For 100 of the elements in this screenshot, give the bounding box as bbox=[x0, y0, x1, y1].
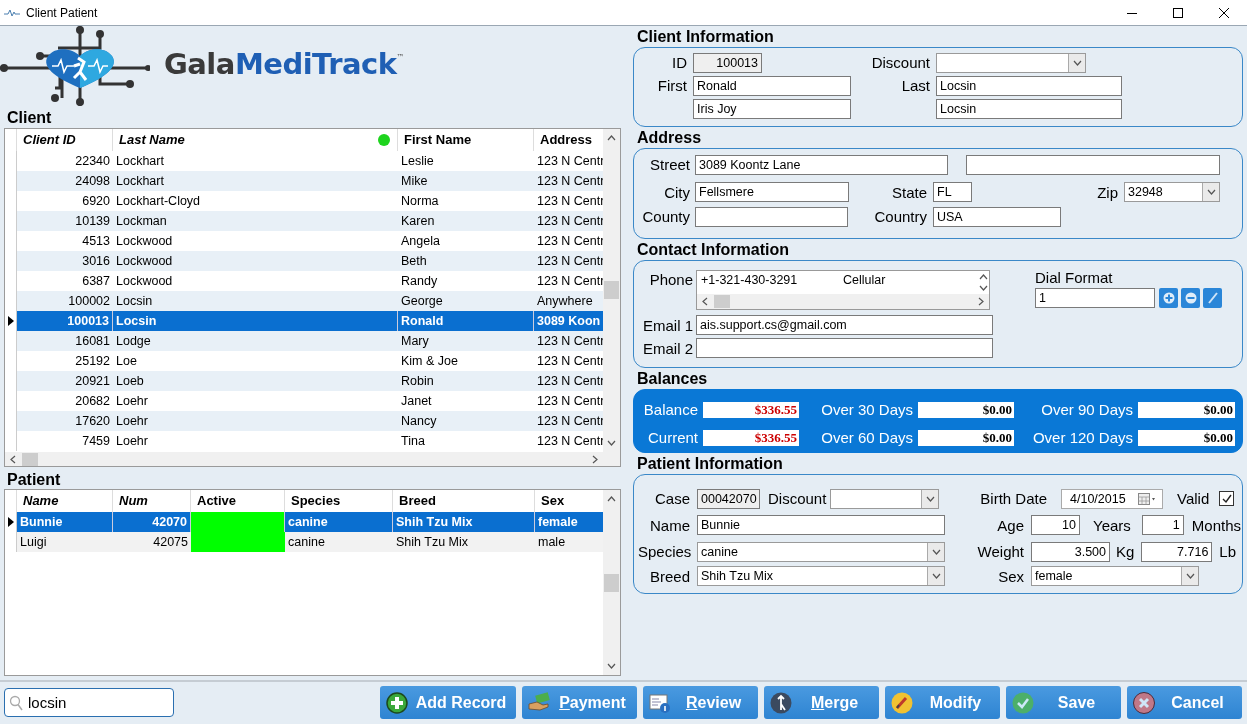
scroll-thumb[interactable] bbox=[22, 453, 38, 466]
table-cell-text: Janet bbox=[400, 393, 433, 410]
plus-icon bbox=[386, 691, 408, 714]
edit-button[interactable] bbox=[1203, 288, 1222, 308]
balance-value: $0.00 bbox=[918, 429, 1014, 446]
email-field[interactable]: ais.support.cs@gmail.com bbox=[696, 315, 993, 335]
table-cell: Shih Tzu Mix bbox=[393, 532, 535, 552]
checkmark-icon bbox=[1221, 493, 1232, 504]
field-label: Zip bbox=[1096, 183, 1118, 201]
scrollbar[interactable] bbox=[603, 129, 620, 452]
table-row[interactable]: Luigi 42075 canine Shih Tzu Mix male bbox=[5, 532, 603, 552]
country-field[interactable]: USA bbox=[933, 206, 1061, 227]
first-name-field[interactable]: Ronald bbox=[693, 75, 851, 96]
field-label: Over 30 Days bbox=[820, 401, 913, 418]
table-cell: 100002 bbox=[17, 291, 113, 311]
logo-wordmark: GalaMediTrack$^{™}$ bbox=[164, 47, 405, 81]
table-cell: 24098 bbox=[17, 171, 113, 191]
table-row[interactable]: 100002 Locsin George Anywhere bbox=[5, 291, 603, 311]
scrollbar[interactable] bbox=[5, 452, 603, 466]
scroll-up-icon bbox=[978, 273, 988, 280]
column-header[interactable]: First Name bbox=[398, 129, 534, 151]
table-cell: Karen bbox=[398, 211, 534, 231]
field-label: Birth Date bbox=[979, 490, 1047, 507]
street-field[interactable]: 3089 Koontz Lane bbox=[695, 154, 948, 175]
street-line-2-field[interactable] bbox=[966, 154, 1220, 175]
scroll-thumb[interactable] bbox=[604, 281, 619, 299]
balance-value: $0.00 bbox=[1138, 429, 1235, 446]
state-field[interactable]: FL bbox=[933, 182, 972, 202]
minus-icon bbox=[1184, 292, 1197, 304]
table-cell-text: Tina bbox=[400, 433, 426, 450]
county-field[interactable] bbox=[695, 206, 848, 227]
scroll-left-icon bbox=[10, 455, 16, 464]
scrollbar[interactable] bbox=[697, 294, 989, 309]
search-field[interactable]: locsin bbox=[4, 688, 174, 717]
field-label: Case bbox=[653, 490, 690, 507]
scrollbar[interactable] bbox=[603, 490, 620, 675]
discount-dropdown[interactable] bbox=[830, 488, 940, 509]
field-label: State bbox=[890, 183, 927, 201]
table-cell: Loeb bbox=[113, 371, 398, 391]
patient-name-field[interactable]: Bunnie bbox=[697, 515, 945, 535]
last-name-field[interactable]: Locsin bbox=[936, 75, 1122, 96]
weight-kg-field[interactable]: 3.500 bbox=[1031, 541, 1110, 562]
remove-button[interactable] bbox=[1181, 288, 1200, 308]
table-cell: 3089 Koon bbox=[534, 311, 603, 331]
field-label: Species bbox=[638, 543, 690, 560]
age-years-field[interactable]: 10 bbox=[1031, 515, 1080, 535]
sex-dropdown[interactable]: female bbox=[1031, 566, 1199, 586]
table-cell-text: Lockhart-Cloyd bbox=[115, 193, 202, 210]
zip-dropdown[interactable]: 32948 bbox=[1124, 182, 1220, 202]
table-cell: canine bbox=[285, 512, 393, 532]
table-cell-text: Lockhart bbox=[115, 153, 165, 170]
email-field[interactable] bbox=[696, 338, 993, 358]
age-months-field[interactable]: 1 bbox=[1141, 515, 1184, 535]
add-button[interactable] bbox=[1159, 288, 1178, 308]
field-label: Name bbox=[649, 516, 690, 534]
id-field[interactable]: 100013 bbox=[693, 52, 762, 73]
field-label: City bbox=[663, 183, 690, 201]
weight-lb-field[interactable]: 7.716 bbox=[1141, 541, 1213, 562]
table-row[interactable]: 100013 Locsin Ronald 3089 Koon bbox=[5, 311, 603, 331]
field-label: Balance bbox=[642, 401, 698, 418]
field-label: ID bbox=[671, 54, 687, 71]
pencil-icon bbox=[891, 691, 913, 714]
field-label: Over 90 Days bbox=[1040, 401, 1133, 418]
field-label: Email 2 bbox=[641, 339, 693, 357]
phone-list[interactable]: +1-321-430-3291 Cellular bbox=[696, 270, 990, 310]
section-title: Client Information bbox=[636, 27, 775, 47]
birth-date-picker[interactable]: 4/10/2015 bbox=[1061, 488, 1163, 509]
scroll-thumb[interactable] bbox=[604, 574, 619, 592]
table-cell-text: Loe bbox=[115, 353, 138, 370]
last-name-field[interactable]: Locsin bbox=[936, 98, 1122, 119]
city-field[interactable]: Fellsmere bbox=[695, 182, 849, 202]
caret-icon bbox=[1072, 59, 1082, 66]
table-cell: Lockman bbox=[113, 211, 398, 231]
scroll-thumb[interactable] bbox=[714, 295, 730, 308]
section-title: Patient bbox=[6, 470, 62, 489]
caret-icon bbox=[931, 573, 941, 579]
table-cell-text: 6387 bbox=[81, 273, 111, 290]
table-cell: Mike bbox=[398, 171, 534, 191]
dial-format-field[interactable]: 1 bbox=[1035, 288, 1155, 308]
table-cell-text: Loehr bbox=[115, 433, 149, 450]
column-header[interactable]: Client ID bbox=[17, 129, 113, 151]
discount-dropdown[interactable] bbox=[936, 52, 1086, 73]
field-label: Email 1 bbox=[641, 316, 693, 334]
table-cell-text: Leslie bbox=[400, 153, 435, 170]
maximize-icon bbox=[1173, 7, 1183, 18]
table-cell-text: 20682 bbox=[74, 393, 111, 410]
breed-dropdown[interactable]: Shih Tzu Mix bbox=[697, 566, 945, 586]
first-name-field[interactable]: Iris Joy bbox=[693, 98, 851, 119]
table-cell: Loehr bbox=[113, 411, 398, 431]
scroll-left-icon bbox=[702, 297, 708, 306]
valid-checkbox[interactable] bbox=[1219, 491, 1235, 506]
scrollbar[interactable] bbox=[977, 271, 989, 294]
species-dropdown[interactable]: canine bbox=[697, 541, 945, 562]
table-cell: Lodge bbox=[113, 331, 398, 351]
table-cell-text: Loehr bbox=[115, 393, 149, 410]
table-row[interactable]: Bunnie 42070 canine Shih Tzu Mix female bbox=[5, 512, 603, 532]
case-field[interactable]: 00042070 bbox=[697, 488, 760, 509]
checkmark-icon bbox=[1012, 691, 1034, 714]
field-label: Valid bbox=[1177, 490, 1210, 507]
table-cell: 17620 bbox=[17, 411, 113, 431]
